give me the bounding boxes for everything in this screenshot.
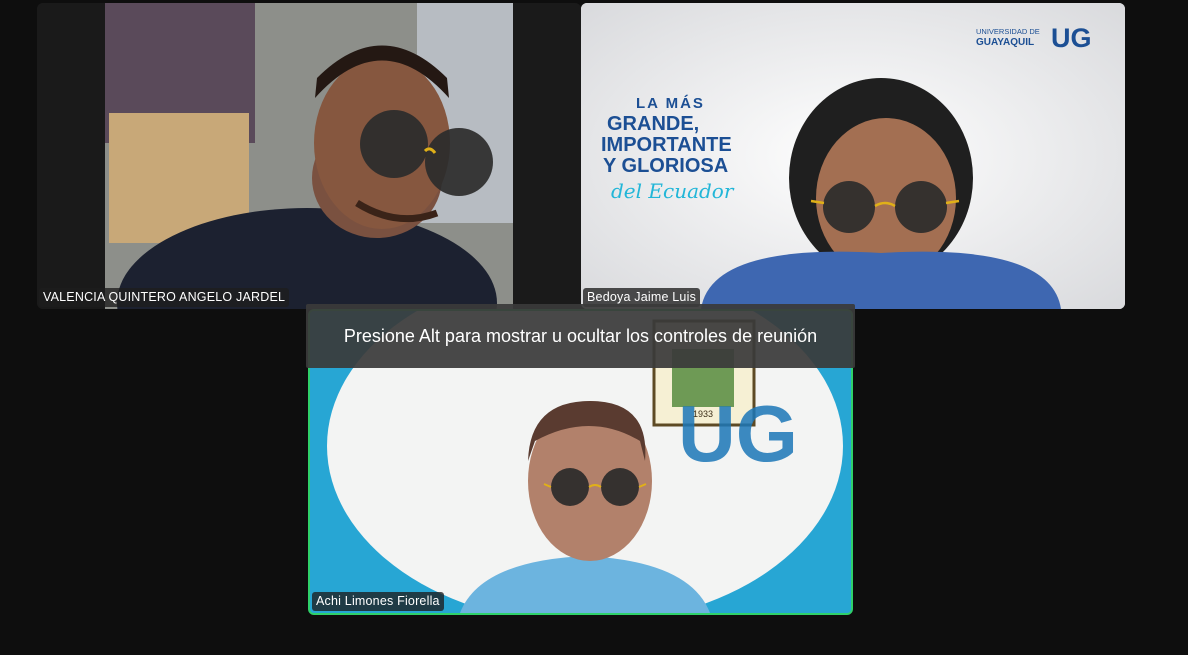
slogan-line-5: del Ecuador (611, 179, 734, 203)
participant-video-tile-1[interactable]: VALENCIA QUINTERO ANGELO JARDEL (37, 3, 581, 309)
ug-logo: UNIVERSIDAD DE GUAYAQUIL UG (976, 23, 1101, 59)
participant-video-feed (37, 3, 581, 309)
ug-logo-monogram: UG (1051, 23, 1092, 53)
slogan-line-4: Y GLORIOSA (603, 155, 729, 177)
participant-name-label: Achi Limones Fiorella (312, 592, 444, 611)
ug-logo-text-2: GUAYAQUIL (976, 37, 1035, 48)
participant-video-tile-2[interactable]: LA MÁS GRANDE, IMPORTANTE Y GLORIOSA del… (581, 3, 1125, 309)
svg-text:UG: UG (678, 389, 798, 478)
slogan-line-1: LA MÁS (636, 95, 705, 112)
participant-name-label: VALENCIA QUINTERO ANGELO JARDEL (39, 288, 290, 307)
slogan-line-3: IMPORTANTE (601, 134, 732, 156)
ug-logo-text-1: UNIVERSIDAD DE (976, 27, 1040, 36)
seal-year: 1933 (693, 409, 714, 419)
meeting-controls-hint: Presione Alt para mostrar u ocultar los … (306, 304, 855, 368)
slogan-line-2: GRANDE, (607, 113, 700, 135)
